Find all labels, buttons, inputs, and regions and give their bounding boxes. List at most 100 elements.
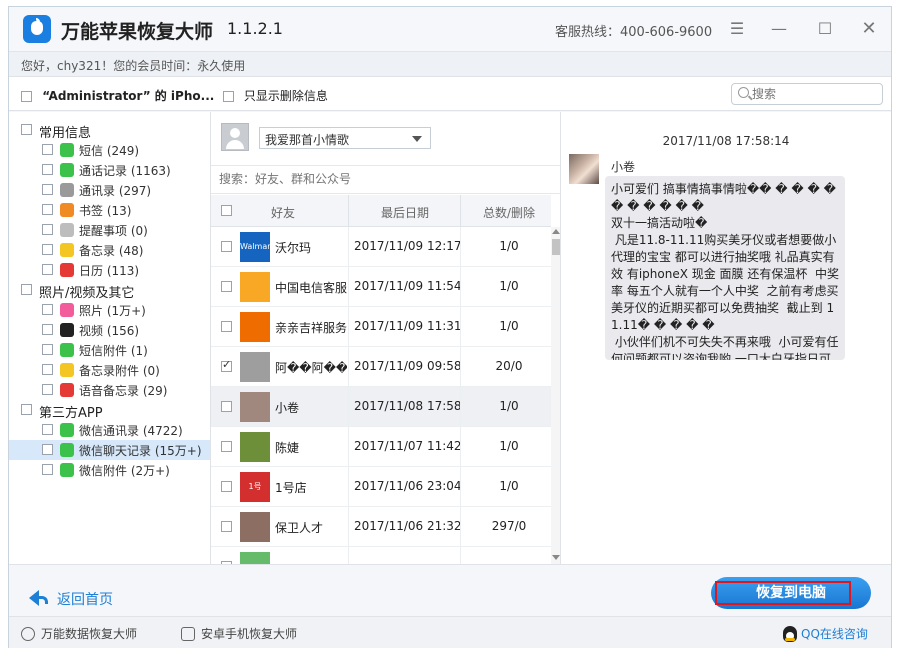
friend-name: 亲亲吉祥服务 [275,321,347,335]
table-row[interactable]: 陈婕 2017/11/07 11:42 1/0 [211,427,551,467]
tree-item[interactable]: 书签 (13) [9,200,210,220]
tree-item[interactable]: 通话记录 (1163) [9,160,210,180]
group-checkbox[interactable] [21,404,32,415]
tree-item[interactable]: 微信通讯录 (4722) [9,420,210,440]
item-checkbox[interactable] [42,444,53,455]
item-label: 提醒事项 (0) [79,224,148,238]
item-checkbox[interactable] [42,184,53,195]
table-row[interactable]: 1号 1号店 2017/11/06 23:04 1/0 [211,467,551,507]
tree-item[interactable]: 提醒事项 (0) [9,220,210,240]
list-scrollbar[interactable] [551,227,560,564]
item-checkbox[interactable] [42,264,53,275]
row-checkbox[interactable] [221,481,232,492]
tree-item[interactable]: 备忘录 (48) [9,240,210,260]
only-deleted-toggle[interactable]: 只显示删除信息 [223,87,328,104]
account-dropdown[interactable]: 我爱那首小情歌 [259,127,431,149]
app-version: 1.1.2.1 [227,19,283,38]
device-checkbox[interactable] [21,91,32,102]
header-last-date[interactable]: 最后日期 [381,204,429,221]
friend-avatar [240,312,270,342]
table-row[interactable]: 亲亲吉祥服务 2017/11/09 11:31 1/0 [211,307,551,347]
header-count[interactable]: 总数/删除 [483,204,535,221]
menu-icon[interactable]: ☰ [727,19,747,39]
group-label: 第三方APP [39,406,103,421]
row-checkbox[interactable] [221,321,232,332]
table-row[interactable]: 阿��阿�� 2017/11/09 09:58 20/0 [211,347,551,387]
row-checkbox[interactable] [221,401,232,412]
select-all-checkbox[interactable] [221,205,232,216]
scroll-up-icon[interactable] [552,229,560,234]
tree-item[interactable]: 短信 (249) [9,140,210,160]
tree-group[interactable]: 常用信息 [9,120,210,141]
item-checkbox[interactable] [42,304,53,315]
item-checkbox[interactable] [42,164,53,175]
search-icon [738,87,749,98]
item-checkbox[interactable] [42,384,53,395]
tree-item[interactable]: 通讯录 (297) [9,180,210,200]
table-row[interactable]: Walmart 沃尔玛 2017/11/09 12:17 1/0 [211,227,551,267]
filter-bar: “Administrator” 的 iPho... 只显示删除信息 [9,77,891,111]
tree-group[interactable]: 照片/视频及其它 [9,280,210,301]
tree-item[interactable]: 照片 (1万+) [9,300,210,320]
friend-search-input[interactable] [219,172,539,186]
tree-group[interactable]: 第三方APP [9,400,210,421]
item-label: 日历 (113) [79,264,140,278]
android-recovery-link[interactable]: 安卓手机恢复大师 [181,625,297,642]
item-checkbox[interactable] [42,324,53,335]
maximize-icon[interactable]: ☐ [815,19,835,39]
data-recovery-link[interactable]: 万能数据恢复大师 [21,625,137,642]
item-checkbox[interactable] [42,424,53,435]
scroll-down-icon[interactable] [552,555,560,560]
item-checkbox[interactable] [42,364,53,375]
group-checkbox[interactable] [21,284,32,295]
tree-item[interactable]: 备忘录附件 (0) [9,360,210,380]
tree-item[interactable]: 短信附件 (1) [9,340,210,360]
item-checkbox[interactable] [42,204,53,215]
row-checkbox[interactable] [221,358,232,372]
back-home-label: 返回首页 [57,592,113,608]
minimize-icon[interactable]: — [769,19,789,39]
table-row[interactable]: 中国电信客服 2017/11/09 11:54 1/0 [211,267,551,307]
last-date: 2017/11/09 12:17 [354,239,462,253]
tree-item[interactable]: 微信聊天记录 (15万+) [9,440,210,460]
row-checkbox[interactable] [221,241,232,252]
search-input[interactable] [752,86,880,102]
table-row[interactable]: 小卷 2017/11/08 17:58 1/0 [211,387,551,427]
only-deleted-checkbox[interactable] [223,91,234,102]
tree-item[interactable]: 微信附件 (2万+) [9,460,210,480]
row-checkbox[interactable] [221,441,232,452]
row-checkbox[interactable] [221,281,232,292]
calendar-icon [60,263,74,277]
tree-item[interactable]: 语音备忘录 (29) [9,380,210,400]
device-selector[interactable]: “Administrator” 的 iPho... [21,87,214,104]
item-checkbox[interactable] [42,464,53,475]
close-icon[interactable]: ✕ [859,19,879,39]
friend-avatar [240,512,270,542]
message-count: 1/0 [499,279,519,293]
wechat-contacts-icon [60,423,74,437]
friend-search[interactable] [211,165,560,194]
tree-item[interactable]: 日历 (113) [9,260,210,280]
table-row[interactable]: 保卫人才 2017/11/06 21:32 297/0 [211,507,551,547]
row-checkbox[interactable] [221,521,232,532]
item-checkbox[interactable] [42,144,53,155]
message-count: 1/0 [499,479,519,493]
item-label: 通话记录 (1163) [79,164,171,178]
tree-item[interactable]: 视频 (156) [9,320,210,340]
scroll-thumb[interactable] [552,239,560,255]
item-checkbox[interactable] [42,244,53,255]
item-checkbox[interactable] [42,344,53,355]
search-box[interactable] [731,83,883,105]
friend-avatar: Walmart [240,232,270,262]
item-label: 微信附件 (2万+) [79,464,170,478]
restore-to-pc-button[interactable]: 恢复到电脑 [711,577,871,609]
qq-consult-link[interactable]: QQ在线咨询 [783,625,868,642]
group-checkbox[interactable] [21,124,32,135]
item-checkbox[interactable] [42,224,53,235]
message-count: 1/0 [499,399,519,413]
chevron-down-icon [412,136,422,142]
table-row[interactable] [211,547,551,564]
header-friend[interactable]: 好友 [271,204,295,221]
item-label: 通讯录 (297) [79,184,152,198]
greeting-bar: 您好，chy321！您的会员时间：永久使用 [9,51,891,77]
